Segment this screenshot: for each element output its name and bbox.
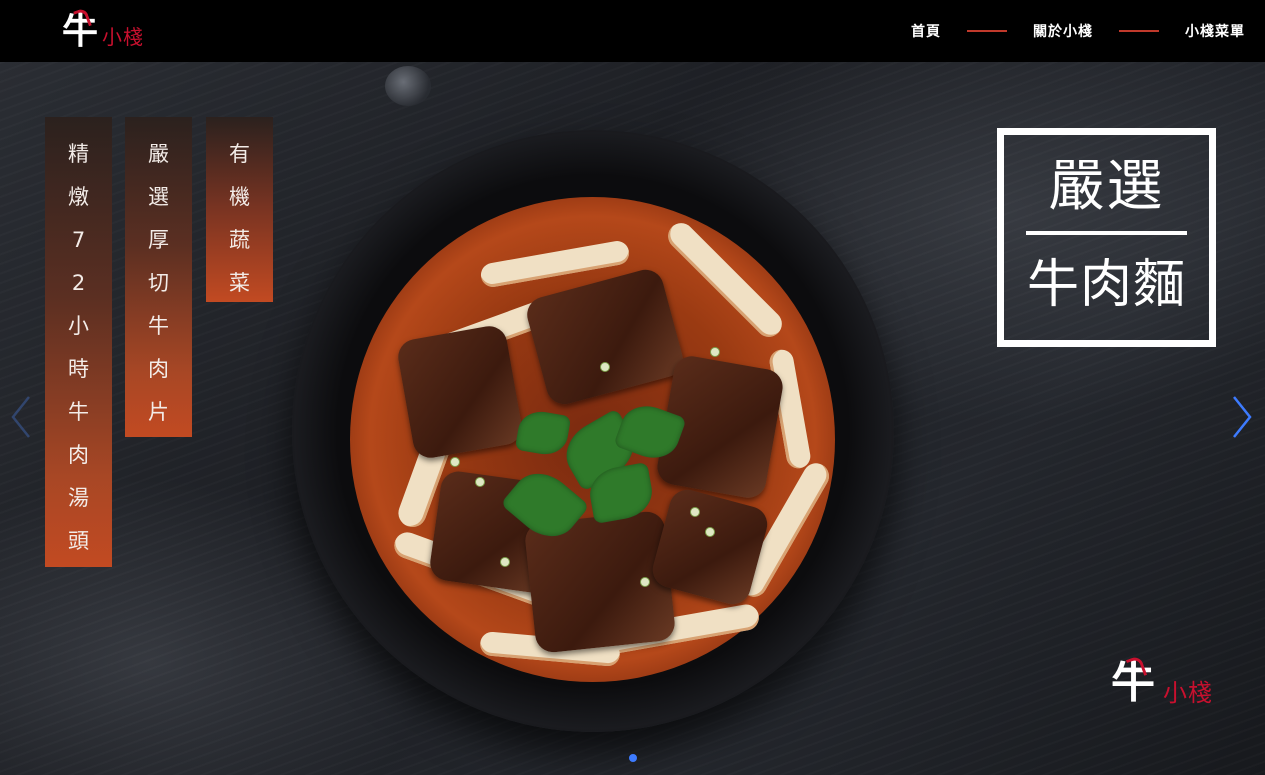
nav-separator [1119, 30, 1159, 32]
corner-logo: 牛 小棧 [1111, 655, 1231, 715]
carousel-next-button[interactable] [1229, 394, 1255, 440]
noodle-soup [350, 197, 835, 682]
scallion [640, 577, 650, 587]
banner-text: 有機蔬菜 [229, 142, 250, 295]
nav-home[interactable]: 首頁 [911, 21, 941, 41]
chevron-right-icon [1233, 396, 1252, 438]
hero-title-divider [1026, 231, 1187, 235]
scallion [690, 507, 700, 517]
scallion [450, 457, 460, 467]
banner-text: 嚴選厚切牛肉片 [148, 142, 169, 424]
scallion [705, 527, 715, 537]
carousel-pagination [0, 754, 1265, 766]
hero-carousel: 精燉72小時牛肉湯頭 嚴選厚切牛肉片 有機蔬菜 嚴選 牛肉麵 牛 小棧 [0, 62, 1265, 775]
chevron-left-icon [11, 396, 30, 438]
logo-text: 小棧 [102, 25, 144, 49]
hero-title-box: 嚴選 牛肉麵 [997, 128, 1216, 347]
scallion [500, 557, 510, 567]
main-nav: 首頁 關於小棧 小棧菜單 [911, 0, 1245, 62]
banner-beef: 嚴選厚切牛肉片 [125, 117, 192, 437]
banner-text: 精燉72小時牛肉湯頭 [68, 142, 89, 553]
scallion [710, 347, 720, 357]
nav-separator [967, 30, 1007, 32]
banner-vegetables: 有機蔬菜 [206, 117, 273, 302]
water-drop-decoration [385, 66, 431, 106]
hero-title-line1: 嚴選 [1048, 154, 1165, 219]
carousel-prev-button[interactable] [8, 394, 34, 440]
scallion [475, 477, 485, 487]
site-logo[interactable]: 牛 小棧 [62, 7, 162, 54]
nav-menu[interactable]: 小棧菜單 [1185, 21, 1245, 41]
cilantro-leaf [514, 407, 572, 459]
beef-slice [395, 323, 525, 461]
scallion [600, 362, 610, 372]
hero-title-line2: 牛肉麵 [1026, 255, 1186, 315]
beef-slice [523, 265, 687, 409]
pagination-dot-active[interactable] [628, 754, 637, 762]
banner-broth: 精燉72小時牛肉湯頭 [45, 117, 112, 567]
nav-about[interactable]: 關於小棧 [1033, 21, 1093, 41]
top-navigation-bar: 牛 小棧 首頁 關於小棧 小棧菜單 [0, 0, 1265, 62]
corner-logo-text: 小棧 [1163, 679, 1213, 707]
